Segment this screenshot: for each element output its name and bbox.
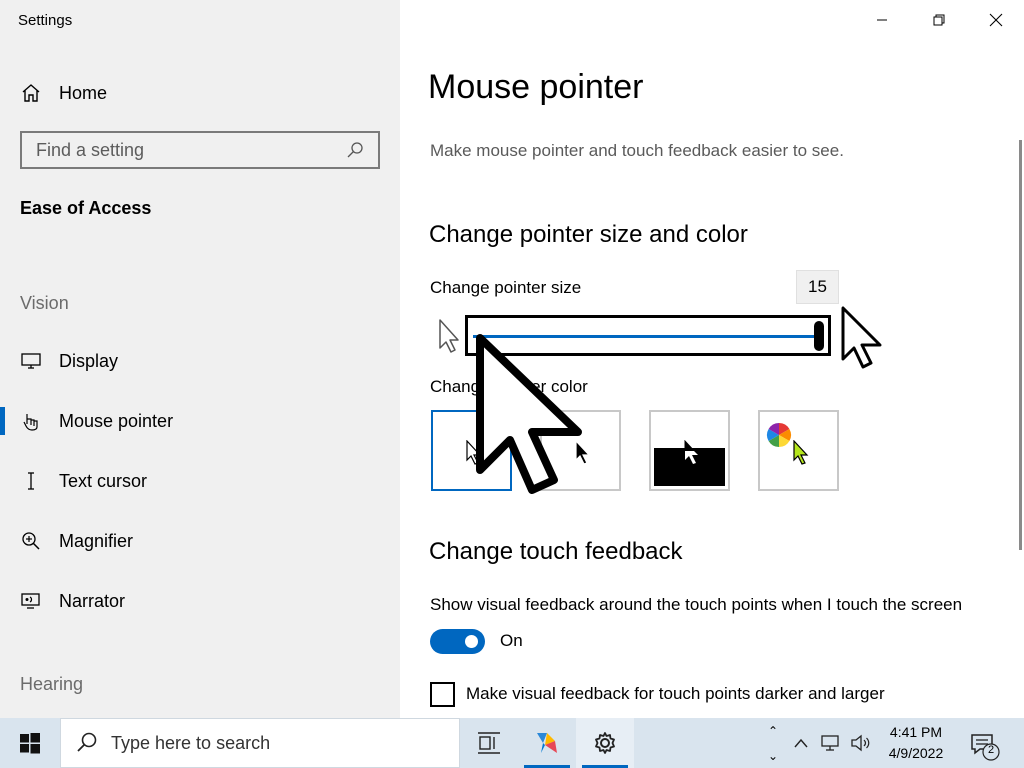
taskbar-search-placeholder: Type here to search: [111, 732, 271, 753]
system-tray: [786, 718, 876, 768]
search-icon[interactable]: [346, 141, 364, 159]
chevron-down-icon[interactable]: ⌄: [768, 749, 778, 763]
chevron-up-icon: [794, 738, 808, 748]
narrator-icon: [20, 590, 42, 612]
pointer-size-label: Change pointer size: [430, 278, 582, 297]
slider-track: [473, 335, 820, 338]
windows-logo-icon: [20, 733, 40, 754]
touch-feedback-label: Show visual feedback around the touch po…: [430, 595, 963, 614]
text-cursor-icon: [20, 470, 42, 492]
mouse-pointer-icon: [20, 410, 42, 432]
settings-search-input[interactable]: [36, 139, 346, 161]
pointer-size-value: 15: [796, 270, 839, 304]
home-label: Home: [59, 82, 108, 103]
volume-button[interactable]: [846, 718, 876, 768]
pointer-color-inverted-option[interactable]: [649, 410, 730, 491]
sidebar-item-label: Display: [59, 350, 119, 371]
notification-count: 2: [987, 744, 995, 756]
taskbar-app-settings[interactable]: [576, 718, 634, 768]
chevron-up-icon[interactable]: ⌃: [768, 724, 778, 738]
paint-app-icon: [537, 733, 557, 753]
sidebar-item-narrator[interactable]: Narrator: [0, 581, 400, 621]
selected-indicator: [493, 411, 511, 429]
sidebar-item-text-cursor[interactable]: Text cursor: [0, 461, 400, 501]
start-button[interactable]: [0, 718, 60, 768]
settings-search-box[interactable]: [20, 131, 380, 169]
sidebar-item-label: Magnifier: [59, 530, 134, 551]
clock-date: 4/9/2022: [888, 745, 944, 761]
small-pointer-icon: [439, 319, 459, 353]
app-title: Settings: [18, 12, 73, 29]
sidebar-item-display[interactable]: Display: [0, 341, 400, 381]
pointer-color-white-option[interactable]: [431, 410, 512, 491]
gear-icon: [595, 732, 615, 754]
large-pointer-icon: [841, 306, 882, 369]
touch-darker-label[interactable]: Make visual feedback for touch points da…: [466, 684, 885, 704]
page-title: Mouse pointer: [428, 68, 644, 106]
custom-pointer-icon: [793, 440, 809, 465]
minimize-button[interactable]: [853, 0, 910, 40]
page-description: Make mouse pointer and touch feedback ea…: [430, 141, 844, 160]
sidebar-item-mouse-pointer[interactable]: Mouse pointer: [0, 401, 400, 441]
group-label-vision: Vision: [20, 293, 69, 313]
touch-feedback-toggle[interactable]: [430, 629, 485, 654]
group-label-hearing: Hearing: [20, 674, 84, 694]
window-controls: [853, 0, 1024, 40]
show-hidden-icons-button[interactable]: [786, 718, 816, 768]
section-heading-touch: Change touch feedback: [429, 538, 683, 565]
close-button[interactable]: [967, 0, 1024, 40]
main-scrollbar[interactable]: [1019, 140, 1022, 550]
sidebar: Settings Home Ease of Access Vision Disp…: [0, 0, 400, 718]
task-view-button[interactable]: [460, 718, 518, 768]
close-icon: [989, 13, 1002, 27]
network-button[interactable]: [816, 718, 846, 768]
restore-icon: [933, 14, 944, 26]
network-icon: [821, 735, 839, 751]
pointer-color-custom-option[interactable]: [758, 410, 839, 491]
minimize-icon: [876, 19, 887, 21]
color-wheel-icon: [766, 423, 792, 447]
taskbar-app-paint[interactable]: [518, 718, 576, 768]
toggle-knob: [465, 635, 478, 648]
taskbar-scroll-buttons[interactable]: ⌃ ⌄: [762, 718, 784, 768]
sidebar-item-magnifier[interactable]: Magnifier: [0, 521, 400, 561]
inverted-pointer-icon: [684, 440, 700, 465]
current-section-title: Ease of Access: [20, 198, 152, 218]
home-icon: [20, 82, 42, 104]
search-icon: [77, 732, 97, 752]
action-center-button[interactable]: 2: [966, 727, 1000, 761]
magnifier-icon: [20, 530, 42, 552]
white-pointer-icon: [466, 440, 482, 465]
taskbar-clock[interactable]: 4:41 PM 4/9/2022: [876, 722, 956, 764]
section-heading-size-color: Change pointer size and color: [429, 221, 748, 248]
touch-toggle-state: On: [500, 631, 523, 650]
restore-button[interactable]: [910, 0, 967, 40]
sidebar-item-label: Narrator: [59, 590, 126, 611]
black-pointer-icon: [575, 440, 591, 465]
volume-icon: [851, 734, 870, 752]
display-icon: [20, 350, 42, 372]
pointer-color-label: Change pointer color: [430, 377, 588, 396]
sidebar-item-label: Text cursor: [59, 470, 148, 491]
home-button[interactable]: Home: [20, 80, 107, 106]
task-view-icon: [478, 732, 500, 754]
touch-darker-checkbox[interactable]: [430, 682, 455, 707]
clock-time: 4:41 PM: [889, 724, 943, 740]
pointer-color-black-option[interactable]: [540, 410, 621, 491]
taskbar-search-box[interactable]: Type here to search: [60, 718, 460, 768]
slider-thumb[interactable]: [814, 321, 824, 351]
sidebar-item-label: Mouse pointer: [59, 410, 174, 431]
pointer-size-slider[interactable]: [465, 315, 831, 356]
